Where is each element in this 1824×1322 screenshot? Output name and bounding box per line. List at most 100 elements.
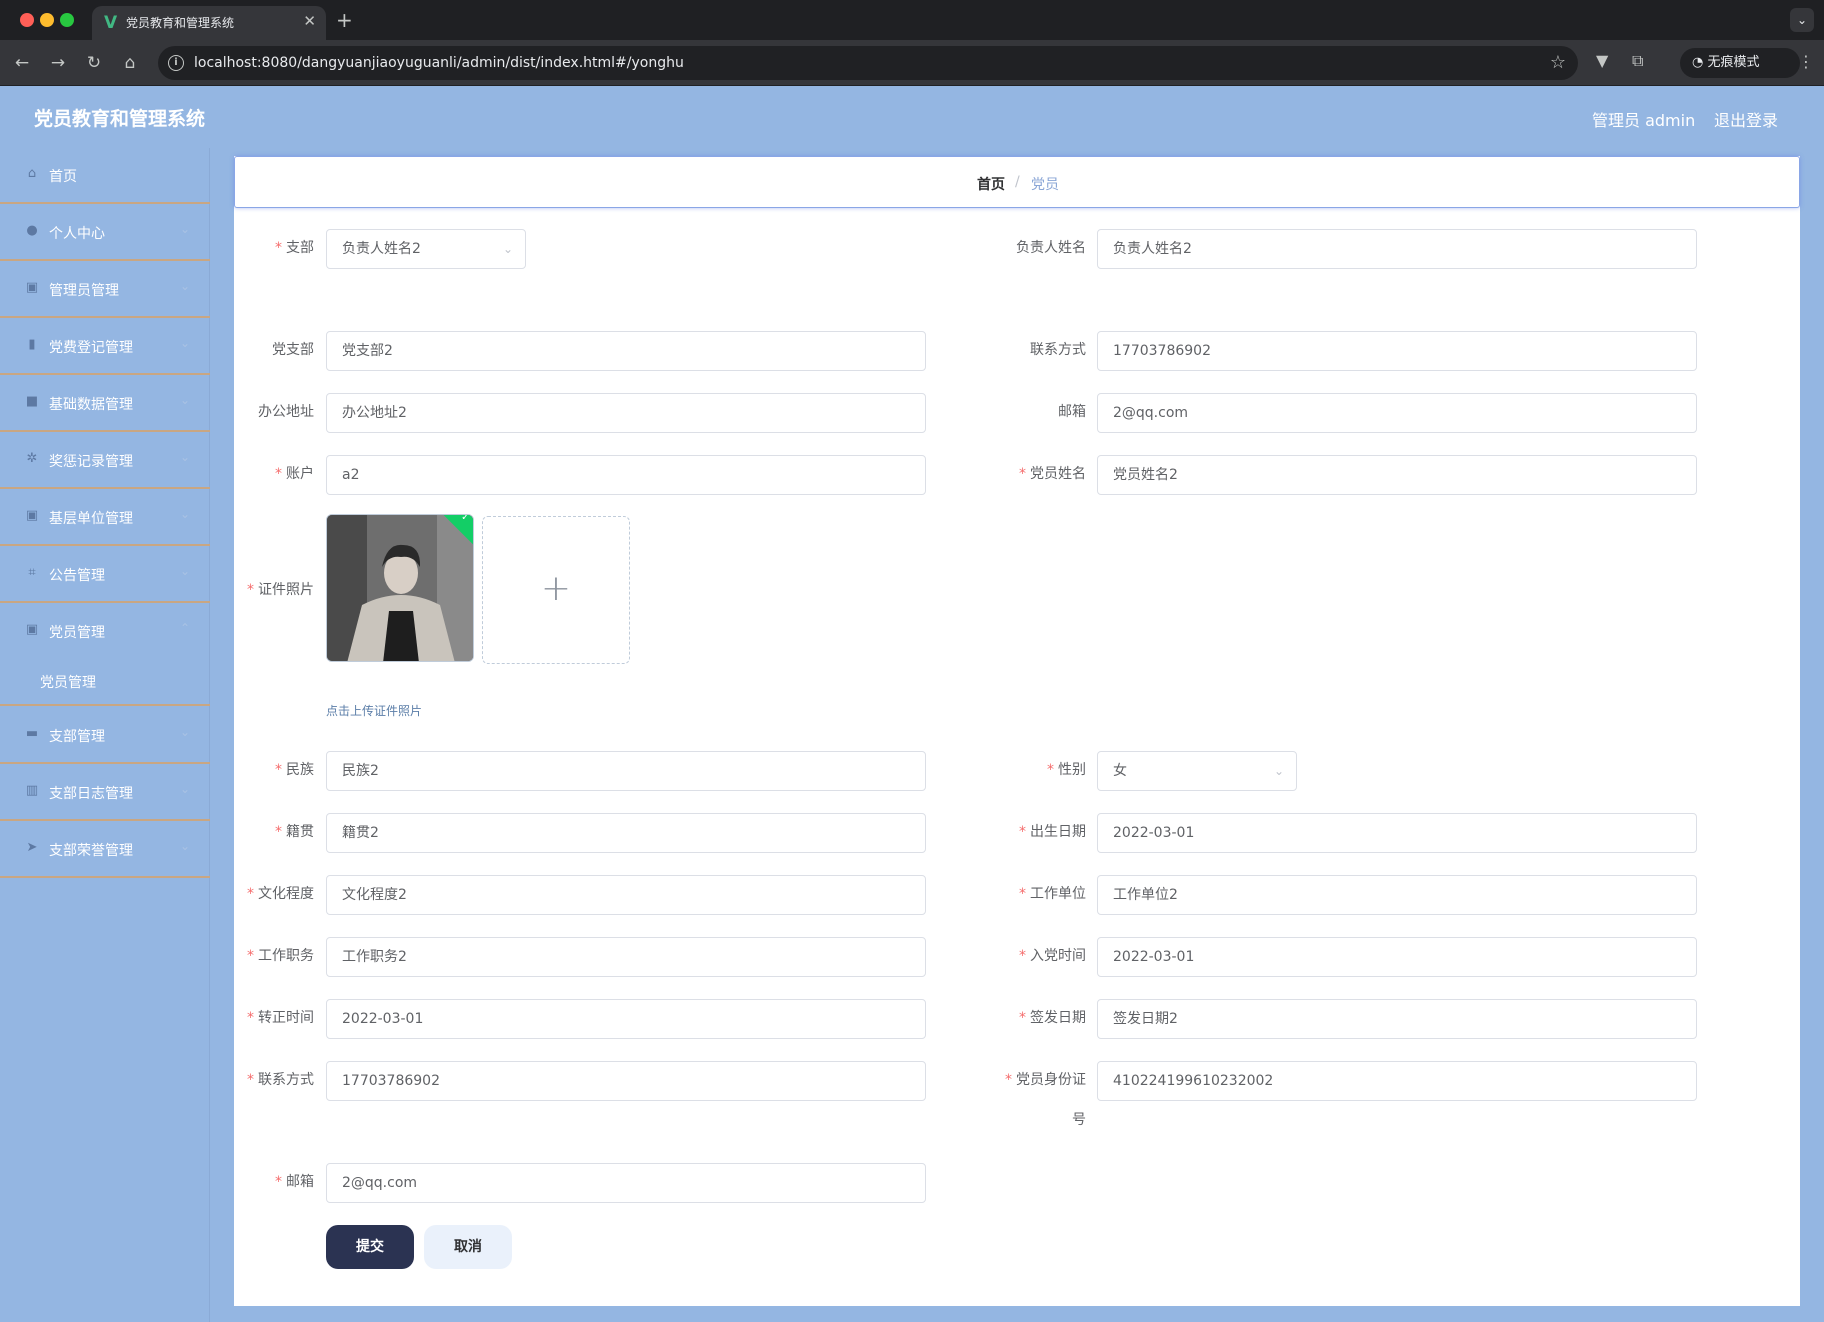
gender-select-value: 女 bbox=[1113, 763, 1127, 779]
party-branch-label: 党支部 bbox=[272, 342, 314, 358]
portrait-photo-image bbox=[327, 515, 473, 661]
url-text: localhost:8080/dangyuanjiaoyuguanli/admi… bbox=[194, 55, 684, 71]
email-label: * 邮箱 bbox=[275, 1174, 314, 1190]
ethnicity-label: * 民族 bbox=[275, 762, 314, 778]
sidebar-item-home[interactable]: ⌂ 首页 bbox=[0, 148, 210, 204]
crop-icon: ⌗ bbox=[28, 565, 36, 580]
logout-link[interactable]: 退出登录 bbox=[1714, 107, 1778, 131]
clipboard-icon: ▣ bbox=[25, 622, 39, 637]
wallet-icon: ▬ bbox=[25, 726, 39, 741]
sidebar-subitem-members[interactable]: 党员管理 bbox=[0, 656, 210, 706]
sidebar-subitem-label: 党员管理 bbox=[40, 675, 96, 691]
chevron-down-icon: ⌄ bbox=[180, 782, 191, 796]
incognito-icon: ◔ bbox=[1692, 55, 1708, 70]
reload-icon[interactable]: ↻ bbox=[82, 51, 106, 75]
more-menu-icon[interactable]: ⋮ bbox=[1798, 52, 1814, 71]
branch-label: * 支部 bbox=[275, 240, 314, 256]
site-info-icon[interactable]: i bbox=[168, 55, 184, 71]
contact-input[interactable]: 17703786902 bbox=[326, 1061, 926, 1101]
check-icon: ✓ bbox=[461, 514, 470, 524]
join-date-input[interactable]: 2022-03-01 bbox=[1097, 937, 1697, 977]
tab-close-icon[interactable]: ✕ bbox=[303, 12, 316, 30]
cancel-button[interactable]: 取消 bbox=[424, 1225, 512, 1269]
sidebar-item-basic-data[interactable]: ■ 基础数据管理 ⌄ bbox=[0, 376, 210, 432]
work-unit-input[interactable]: 工作单位2 bbox=[1097, 875, 1697, 915]
close-window-button[interactable] bbox=[20, 13, 34, 27]
sidebar-item-branch-honors[interactable]: ➤ 支部荣誉管理 ⌄ bbox=[0, 822, 210, 878]
contact-top-input[interactable]: 17703786902 bbox=[1097, 331, 1697, 371]
issue-date-label: * 签发日期 bbox=[1019, 1010, 1086, 1026]
sidebar-item-announcements[interactable]: ⌗ 公告管理 ⌄ bbox=[0, 547, 210, 603]
address-bar[interactable]: i localhost:8080/dangyuanjiaoyuguanli/ad… bbox=[158, 46, 1578, 80]
minimize-window-button[interactable] bbox=[40, 13, 54, 27]
new-tab-icon[interactable]: + bbox=[336, 8, 353, 32]
home-icon[interactable]: ⌂ bbox=[118, 51, 142, 75]
browser-tab[interactable]: V 党员教育和管理系统 ✕ bbox=[92, 6, 326, 40]
sidebar-item-admin-management[interactable]: ▣ 管理员管理 ⌄ bbox=[0, 262, 210, 318]
gender-select[interactable]: 女 ⌄ bbox=[1097, 751, 1297, 791]
education-label: * 文化程度 bbox=[247, 886, 314, 902]
sidebar-item-dues-management[interactable]: ▮ 党费登记管理 ⌄ bbox=[0, 319, 210, 375]
home-icon: ⌂ bbox=[27, 166, 37, 181]
birth-date-input[interactable]: 2022-03-01 bbox=[1097, 813, 1697, 853]
user-icon: ● bbox=[26, 223, 38, 238]
sidebar-item-rewards-records[interactable]: ✲ 奖惩记录管理 ⌄ bbox=[0, 433, 210, 489]
incognito-badge[interactable]: ◔ 无痕模式 bbox=[1680, 48, 1800, 78]
sidebar-item-units-management[interactable]: ▣ 基层单位管理 ⌄ bbox=[0, 490, 210, 546]
account-input[interactable]: a2 bbox=[326, 455, 926, 495]
submit-button[interactable]: 提交 bbox=[326, 1225, 414, 1269]
current-user: 管理员 admin bbox=[1592, 111, 1696, 130]
back-arrow-icon[interactable]: ← bbox=[10, 51, 34, 75]
incognito-label: 无痕模式 bbox=[1707, 55, 1760, 70]
sidebar-item-label: 公告管理 bbox=[49, 568, 105, 584]
issue-date-input[interactable]: 签发日期2 bbox=[1097, 999, 1697, 1039]
sidebar-item-label: 管理员管理 bbox=[49, 283, 119, 299]
chevron-down-icon: ⌄ bbox=[180, 507, 191, 521]
chevron-down-icon: ⌄ bbox=[180, 839, 191, 853]
job-title-input[interactable]: 工作职务2 bbox=[326, 937, 926, 977]
party-branch-input[interactable]: 党支部2 bbox=[326, 331, 926, 371]
native-place-input[interactable]: 籍贯2 bbox=[326, 813, 926, 853]
chevron-down-icon: ⌄ bbox=[180, 222, 191, 236]
plus-icon: + bbox=[540, 568, 572, 609]
sidebar-item-branches[interactable]: ▬ 支部管理 ⌄ bbox=[0, 708, 210, 764]
sidebar-item-label: 党费登记管理 bbox=[49, 340, 133, 356]
app-title: 党员教育和管理系统 bbox=[34, 108, 206, 130]
chevron-down-icon: ⌄ bbox=[180, 336, 191, 350]
id-number-label: * 党员身份证号 bbox=[1005, 1072, 1086, 1128]
maximize-window-button[interactable] bbox=[60, 13, 74, 27]
sidebar-item-personal-center[interactable]: ● 个人中心 ⌄ bbox=[0, 205, 210, 261]
uploaded-photo[interactable]: ✓ bbox=[326, 514, 474, 662]
bookmark-star-icon[interactable]: ☆ bbox=[1550, 52, 1566, 73]
education-input[interactable]: 文化程度2 bbox=[326, 875, 926, 915]
branch-select[interactable]: 负责人姓名2 ⌄ bbox=[326, 229, 526, 269]
vue-devtools-icon[interactable]: ▼ bbox=[1596, 51, 1608, 70]
job-title-label: * 工作职务 bbox=[247, 948, 314, 964]
formal-date-input[interactable]: 2022-03-01 bbox=[326, 999, 926, 1039]
sidebar-item-label: 支部日志管理 bbox=[49, 786, 133, 802]
clipboard-icon: ▣ bbox=[25, 280, 39, 295]
breadcrumb-home[interactable]: 首页 bbox=[977, 174, 1005, 194]
join-date-label: * 入党时间 bbox=[1019, 948, 1086, 964]
sidebar-item-branch-logs[interactable]: ▥ 支部日志管理 ⌄ bbox=[0, 765, 210, 821]
forward-arrow-icon[interactable]: → bbox=[46, 51, 70, 75]
email-input[interactable]: 2@qq.com bbox=[326, 1163, 926, 1203]
leader-name-input[interactable]: 负责人姓名2 bbox=[1097, 229, 1697, 269]
formal-date-label: * 转正时间 bbox=[247, 1010, 314, 1026]
email-top-input[interactable]: 2@qq.com bbox=[1097, 393, 1697, 433]
tab-search-chevron-icon[interactable]: ⌄ bbox=[1790, 8, 1814, 32]
sidebar-item-members[interactable]: ▣ 党员管理 ⌃ bbox=[0, 604, 210, 660]
id-number-input[interactable]: 410224199610232002 bbox=[1097, 1061, 1697, 1101]
member-name-input[interactable]: 党员姓名2 bbox=[1097, 455, 1697, 495]
extensions-puzzle-icon[interactable]: ⧉ bbox=[1632, 51, 1643, 71]
aperture-icon: ✲ bbox=[26, 451, 38, 466]
sidebar-item-label: 支部荣誉管理 bbox=[49, 843, 133, 859]
ethnicity-input[interactable]: 民族2 bbox=[326, 751, 926, 791]
tab-title: 党员教育和管理系统 bbox=[126, 16, 235, 30]
send-icon: ➤ bbox=[26, 840, 38, 855]
sidebar-item-label: 基层单位管理 bbox=[49, 511, 133, 527]
photo-upload-button[interactable]: + bbox=[482, 516, 630, 664]
email-top-label: 邮箱 bbox=[1058, 404, 1086, 420]
office-address-input[interactable]: 办公地址2 bbox=[326, 393, 926, 433]
sidebar-item-label: 支部管理 bbox=[49, 729, 105, 745]
